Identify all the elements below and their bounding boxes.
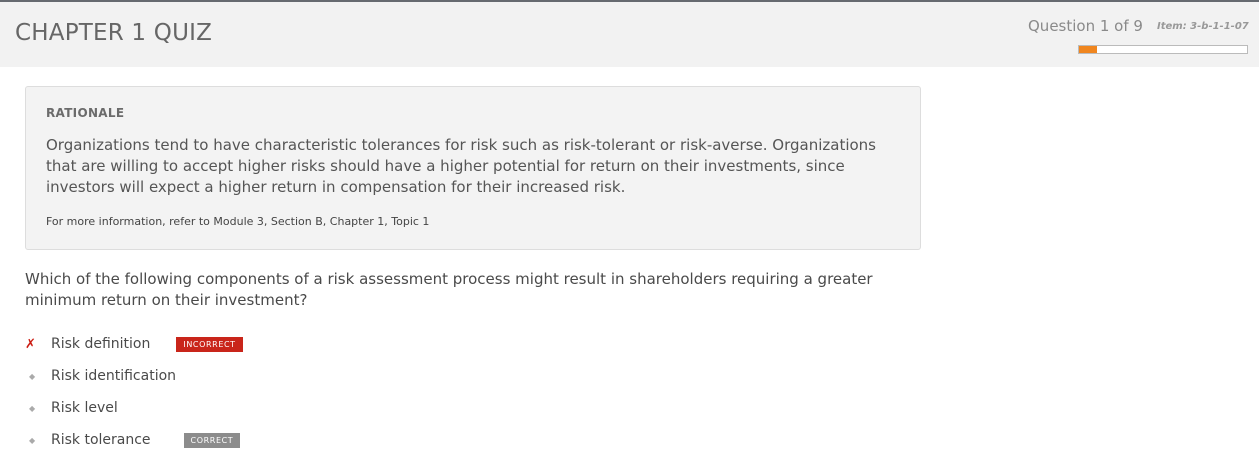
progress-bar-fill xyxy=(1079,46,1098,53)
answer-option[interactable]: ◆ Risk identification xyxy=(23,360,243,392)
answer-options: ✗ Risk definition INCORRECT ◆ Risk ident… xyxy=(23,328,243,456)
answer-option-label: Risk definition xyxy=(51,336,151,352)
answer-option[interactable]: ◆ Risk level xyxy=(23,392,243,424)
rationale-reference: For more information, refer to Module 3,… xyxy=(46,215,430,228)
x-mark-icon: ✗ xyxy=(25,336,36,352)
answer-option-label: Risk tolerance xyxy=(51,432,151,448)
answer-option-label: Risk level xyxy=(51,400,118,416)
quiz-header: CHAPTER 1 QUIZ Question 1 of 9 Item: 3-b… xyxy=(0,0,1259,67)
incorrect-badge: INCORRECT xyxy=(176,336,243,352)
question-text: Which of the following components of a r… xyxy=(25,270,873,309)
answer-option[interactable]: ✗ Risk definition INCORRECT xyxy=(23,328,243,360)
diamond-bullet-icon: ◆ xyxy=(29,371,36,381)
answer-option-label: Risk identification xyxy=(51,368,177,384)
answer-option[interactable]: ◆ Risk tolerance CORRECT xyxy=(23,424,243,456)
page-title: CHAPTER 1 QUIZ xyxy=(15,20,213,46)
rationale-panel: RATIONALE Organizations tend to have cha… xyxy=(25,86,921,250)
diamond-bullet-icon: ◆ xyxy=(29,403,36,413)
item-code: Item: 3-b-1-1-07 xyxy=(1157,21,1249,32)
progress-bar xyxy=(1078,45,1248,54)
rationale-text: Organizations tend to have characteristi… xyxy=(46,136,876,196)
question-counter: Question 1 of 9 xyxy=(1028,17,1143,35)
rationale-heading: RATIONALE xyxy=(46,106,125,120)
correct-badge: CORRECT xyxy=(183,432,241,448)
diamond-bullet-icon: ◆ xyxy=(29,435,36,445)
quiz-page: CHAPTER 1 QUIZ Question 1 of 9 Item: 3-b… xyxy=(0,0,1259,463)
